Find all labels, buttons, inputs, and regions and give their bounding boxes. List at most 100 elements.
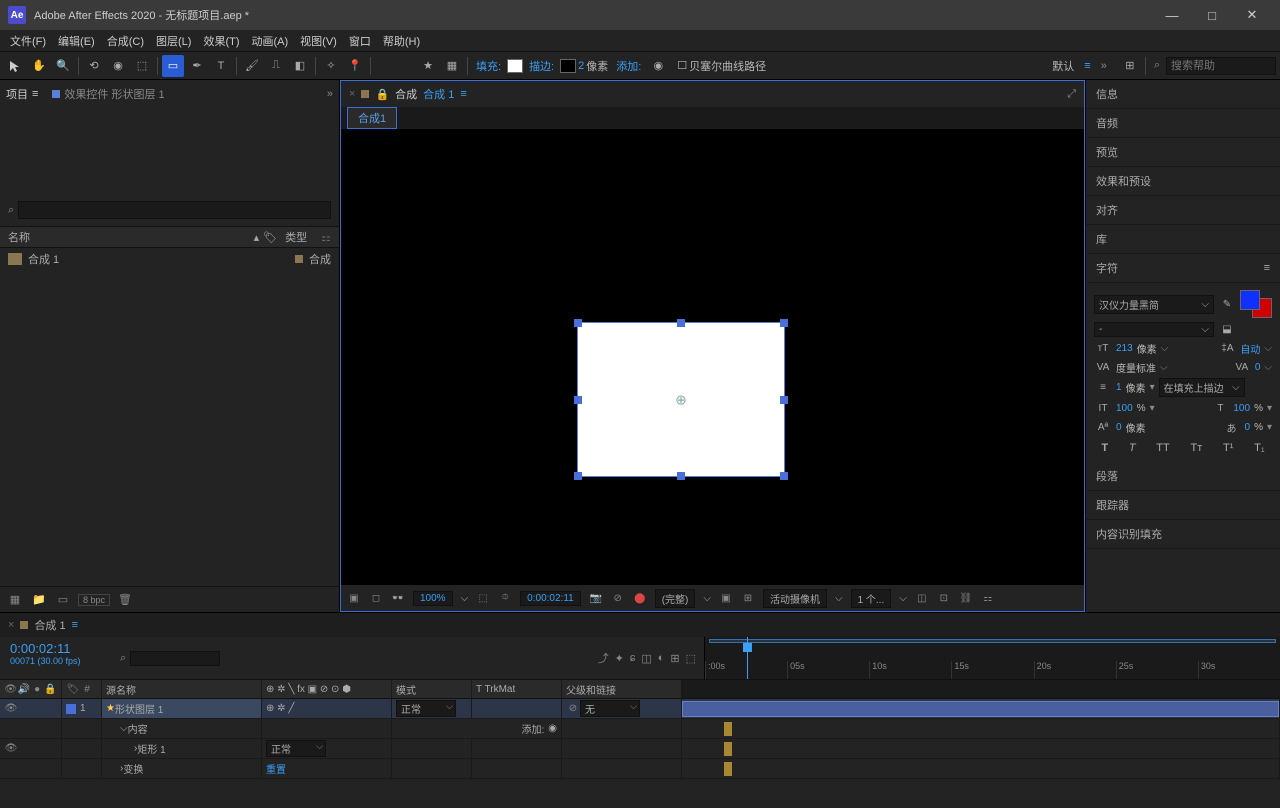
workspace-icon[interactable]: ⊞ xyxy=(1119,55,1141,77)
panel-info[interactable]: 信息 xyxy=(1086,80,1280,109)
roi-icon[interactable]: ⬚ xyxy=(476,593,490,604)
panel-content-aware-fill[interactable]: 内容识别填充 xyxy=(1086,520,1280,549)
bpc-button[interactable]: 8 bpc xyxy=(78,594,110,606)
viewer[interactable]: ⊕ xyxy=(341,129,1084,585)
font-style-dropdown[interactable]: -⌵ xyxy=(1094,322,1214,337)
timecode[interactable]: 0:00:02:11 00071 (30.00 fps) xyxy=(0,637,120,679)
panel-expand[interactable]: ⤢ xyxy=(1067,88,1076,101)
panel-paragraph[interactable]: 段落 xyxy=(1086,462,1280,491)
pen-tool[interactable]: ✒ xyxy=(186,55,208,77)
panel-tracker[interactable]: 跟踪器 xyxy=(1086,491,1280,520)
shape-rectangle[interactable]: ⊕ xyxy=(577,322,785,477)
playhead[interactable] xyxy=(747,637,748,679)
exposure-icon[interactable]: ⊡ xyxy=(937,593,951,604)
panel-library[interactable]: 库 xyxy=(1086,225,1280,254)
menu-effect[interactable]: 效果(T) xyxy=(197,33,245,49)
superscript[interactable]: T¹ xyxy=(1223,442,1233,454)
motion-blur-icon[interactable]: ◐ xyxy=(658,652,665,664)
minimize-button[interactable]: — xyxy=(1152,0,1192,30)
camera-dropdown[interactable]: 活动摄像机 xyxy=(763,589,827,608)
project-header[interactable]: 名称 ▴🏷 类型 ⚏ xyxy=(0,226,339,248)
layer-bar[interactable] xyxy=(682,701,1279,717)
pixel-aspect-icon[interactable]: ◫ xyxy=(915,593,929,604)
fast-preview-icon[interactable]: ▣ xyxy=(719,593,733,604)
star-icon[interactable]: ★ xyxy=(417,55,439,77)
grid-guides-icon[interactable]: ⯐ xyxy=(498,590,512,607)
grid-icon[interactable]: ▦ xyxy=(441,55,463,77)
faux-bold[interactable]: T xyxy=(1101,442,1108,454)
eyedropper-icon[interactable]: ✎ xyxy=(1218,296,1236,312)
new-comp-icon[interactable]: ▭ xyxy=(54,592,72,608)
transform-row[interactable]: › 变换 重置 xyxy=(0,759,1280,779)
tab-project[interactable]: 项目 ≡ xyxy=(6,86,38,102)
panel-audio[interactable]: 音频 xyxy=(1086,109,1280,138)
swap-colors-icon[interactable]: ⬓ xyxy=(1218,321,1236,337)
delete-icon[interactable]: 🗑 xyxy=(116,592,134,608)
timeline-tab[interactable]: 合成 1 xyxy=(34,617,65,633)
resolution-dropdown[interactable]: (完整) xyxy=(655,589,696,608)
tsume[interactable]: 0 xyxy=(1245,422,1251,433)
show-channel-icon[interactable]: ⊘ xyxy=(611,593,625,604)
puppet-tool[interactable]: 📍 xyxy=(344,55,366,77)
stroke-swatch[interactable] xyxy=(560,59,576,73)
kerning[interactable]: 度量标准 xyxy=(1116,360,1156,375)
fill-swatch[interactable] xyxy=(507,59,523,73)
brush-tool[interactable]: 🖌 xyxy=(241,55,263,77)
workspace-default[interactable]: 默认 xyxy=(1052,58,1074,74)
time-display[interactable]: 0:00:02:11 xyxy=(520,591,581,606)
adjust-icon[interactable]: ⛓ xyxy=(959,593,973,604)
zoom-tool[interactable]: 🔍 xyxy=(52,55,74,77)
all-caps[interactable]: TT xyxy=(1156,442,1169,454)
clone-tool[interactable]: ⎍ xyxy=(265,55,287,77)
text-color-swatch[interactable] xyxy=(1240,290,1272,318)
contents-row[interactable]: ⌵ 内容 添加: ◉ xyxy=(0,719,1280,739)
orbit-tool[interactable]: ⟲ xyxy=(83,55,105,77)
timeline-search[interactable] xyxy=(130,651,220,666)
toggle-transparency-icon[interactable]: ◻ xyxy=(369,593,383,604)
comp-tab[interactable]: 合成1 xyxy=(347,107,397,129)
menu-animation[interactable]: 动画(A) xyxy=(246,33,295,49)
baseline[interactable]: 0 xyxy=(1116,422,1122,433)
panel-effects[interactable]: 效果和预设 xyxy=(1086,167,1280,196)
menu-edit[interactable]: 编辑(E) xyxy=(52,33,101,49)
toggle-mask-icon[interactable]: 👓 xyxy=(391,593,405,604)
panel-menu[interactable]: » xyxy=(327,88,333,100)
bezier-label[interactable]: 贝塞尔曲线路径 xyxy=(689,58,766,74)
comp-mini-flowchart-icon[interactable]: ⤴ xyxy=(598,650,609,666)
rect-mode-dropdown[interactable]: 正常 xyxy=(266,740,326,757)
graph-editor-icon[interactable]: ⊞ xyxy=(670,652,679,665)
snapshot-icon[interactable]: 📷 xyxy=(589,593,603,604)
panel-preview[interactable]: 预览 xyxy=(1086,138,1280,167)
toggle-alpha-icon[interactable]: ▣ xyxy=(347,593,361,604)
eraser-tool[interactable]: ◧ xyxy=(289,55,311,77)
hide-shy-icon[interactable]: ɕ xyxy=(630,652,636,664)
color-mgmt-icon[interactable]: ⬤ xyxy=(633,593,647,604)
lock-icon[interactable]: 🔒 xyxy=(375,88,389,101)
timeline-icon[interactable]: ⊞ xyxy=(741,593,755,604)
hand-tool[interactable]: ✋ xyxy=(28,55,50,77)
menu-window[interactable]: 窗口 xyxy=(343,33,377,49)
frame-blend-icon[interactable]: ◫ xyxy=(641,652,651,665)
rect-row[interactable]: 👁 › 矩形 1 正常 xyxy=(0,739,1280,759)
reset-link[interactable]: 重置 xyxy=(266,761,286,776)
project-search[interactable] xyxy=(18,201,331,219)
add-menu[interactable]: ◉ xyxy=(647,55,669,77)
stroke-width-char[interactable]: 1 xyxy=(1116,382,1122,393)
font-size[interactable]: 213 xyxy=(1116,343,1133,354)
maximize-button[interactable]: □ xyxy=(1192,0,1232,30)
rotation-tool[interactable]: ◉ xyxy=(107,55,129,77)
time-ruler[interactable]: :00s05s10s 15s20s25s 30s xyxy=(704,637,1280,679)
menu-help[interactable]: 帮助(H) xyxy=(377,33,426,49)
project-item[interactable]: 合成 1 合成 xyxy=(0,248,339,270)
font-family-dropdown[interactable]: 汉仪力量黑简⌵ xyxy=(1094,295,1214,314)
menu-view[interactable]: 视图(V) xyxy=(294,33,343,49)
subscript[interactable]: T₁ xyxy=(1254,442,1264,454)
views-dropdown[interactable]: 1 个... xyxy=(851,589,892,608)
selection-tool[interactable] xyxy=(4,55,26,77)
brainstorm-icon[interactable]: ⬚ xyxy=(686,652,696,665)
close-button[interactable]: ✕ xyxy=(1232,0,1272,30)
parent-dropdown[interactable]: 无 xyxy=(580,700,640,717)
panel-align[interactable]: 对齐 xyxy=(1086,196,1280,225)
menu-layer[interactable]: 图层(L) xyxy=(150,33,197,49)
layer-row[interactable]: 👁 1 ★ 形状图层 1 ⊕ ✲ ╱ 正常 ⊘无 xyxy=(0,699,1280,719)
